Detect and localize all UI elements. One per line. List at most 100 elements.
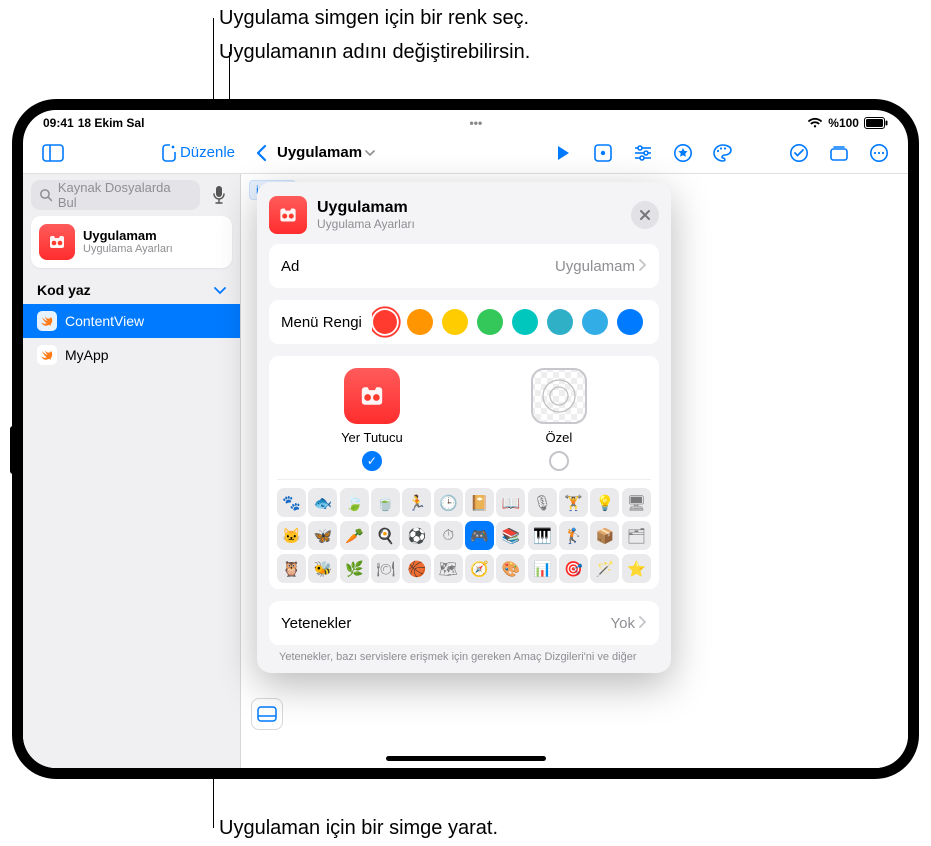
- swift-file-icon: [37, 345, 57, 365]
- color-swatch[interactable]: [617, 309, 643, 335]
- icon-grid-item[interactable]: 🏋: [559, 488, 588, 517]
- color-swatch[interactable]: [582, 309, 608, 335]
- icon-grid-item[interactable]: 🥕: [340, 521, 369, 550]
- icon-grid-item[interactable]: 🍽: [371, 554, 400, 583]
- popover-subtitle: Uygulama Ayarları: [317, 217, 415, 231]
- icon-grid-item[interactable]: 🏀: [402, 554, 431, 583]
- ipad-side-button: [10, 426, 16, 474]
- preview-button[interactable]: [592, 142, 614, 164]
- ipad-screen: 09:41 18 Ekim Sal ••• %100: [23, 110, 908, 768]
- star-icon[interactable]: [672, 142, 694, 164]
- chevron-right-icon: [639, 258, 647, 275]
- sidebar-item-myapp[interactable]: MyApp: [23, 338, 240, 372]
- sidebar-item-contentview[interactable]: ContentView: [23, 304, 240, 338]
- icon-grid-item[interactable]: 🐱: [277, 521, 306, 550]
- icon-grid-item[interactable]: 🕒: [434, 488, 463, 517]
- close-button[interactable]: [631, 201, 659, 229]
- sidebar-section-header[interactable]: Kod yaz: [23, 278, 240, 302]
- run-button[interactable]: [552, 142, 574, 164]
- icon-grid-item[interactable]: 🍳: [371, 521, 400, 550]
- capabilities-label: Yetenekler: [281, 615, 351, 632]
- status-date: 18 Ekim Sal: [78, 116, 145, 130]
- icon-grid-item[interactable]: 🎹: [528, 521, 557, 550]
- edit-label: Düzenle: [180, 144, 235, 161]
- icon-grid-item[interactable]: 📚: [496, 521, 525, 550]
- library-icon[interactable]: [828, 142, 850, 164]
- status-time: 09:41: [43, 116, 74, 130]
- icon-panel: Yer Tutucu ✓ Özel 🐾🐟🍃🍵🏃🕒📔📖🎙🏋💡🖥 🐱🦋🥕🍳⚽⏱🎮📚🎹🏌…: [269, 356, 659, 589]
- icon-grid-item[interactable]: ⏱: [434, 521, 463, 550]
- palette-icon[interactable]: [712, 142, 734, 164]
- icon-grid-item[interactable]: 📊: [528, 554, 557, 583]
- sidebar-item-label: MyApp: [65, 347, 109, 363]
- more-icon[interactable]: [868, 142, 890, 164]
- capabilities-footnote: Yetenekler, bazı servislere erişmek için…: [257, 651, 671, 673]
- battery-pct: %100: [828, 116, 859, 130]
- toolbar-title-text: Uygulamam: [277, 144, 362, 161]
- icon-grid-item[interactable]: ⭐: [622, 554, 651, 583]
- icon-choice-custom[interactable]: Özel: [531, 368, 587, 471]
- icon-grid-item[interactable]: 🦉: [277, 554, 306, 583]
- console-toggle-button[interactable]: [251, 698, 283, 730]
- icon-grid-item[interactable]: 🐟: [308, 488, 337, 517]
- radio-checked[interactable]: ✓: [362, 451, 382, 471]
- capabilities-value: Yok: [611, 615, 635, 632]
- icon-grid-item[interactable]: 🍃: [340, 488, 369, 517]
- settings-sliders-icon[interactable]: [632, 142, 654, 164]
- icon-grid-item[interactable]: 🎯: [559, 554, 588, 583]
- edit-button[interactable]: Düzenle: [161, 144, 235, 162]
- color-swatch[interactable]: [373, 310, 397, 334]
- icon-grid-item[interactable]: 🧭: [465, 554, 494, 583]
- icon-grid-item[interactable]: 🍵: [371, 488, 400, 517]
- battery-icon: [864, 117, 888, 129]
- check-circle-icon[interactable]: [788, 142, 810, 164]
- name-cell[interactable]: Ad Uygulamam: [269, 244, 659, 288]
- icon-grid-item[interactable]: 📖: [496, 488, 525, 517]
- icon-grid-item[interactable]: 🗂: [622, 521, 651, 550]
- wifi-icon: [807, 117, 823, 129]
- icon-grid-item[interactable]: 🐾: [277, 488, 306, 517]
- icon-grid-item[interactable]: 🎮: [465, 521, 494, 550]
- icon-grid-item[interactable]: 🦋: [308, 521, 337, 550]
- search-placeholder: Kaynak Dosyalarda Bul: [58, 180, 192, 210]
- color-swatch[interactable]: [547, 309, 573, 335]
- sidebar-toggle-icon[interactable]: [37, 137, 69, 169]
- icon-grid: 🐾🐟🍃🍵🏃🕒📔📖🎙🏋💡🖥 🐱🦋🥕🍳⚽⏱🎮📚🎹🏌📦🗂 🦉🐝🌿🍽🏀🗺🧭🎨📊🎯🪄⭐: [277, 479, 651, 583]
- icon-grid-item[interactable]: 🏃: [402, 488, 431, 517]
- sidebar-item-label: ContentView: [65, 313, 144, 329]
- icon-grid-item[interactable]: 💡: [590, 488, 619, 517]
- icon-grid-item[interactable]: 🎨: [496, 554, 525, 583]
- toolbar-title[interactable]: Uygulamam: [277, 144, 375, 161]
- capabilities-cell[interactable]: Yetenekler Yok: [269, 601, 659, 645]
- color-swatch[interactable]: [512, 309, 538, 335]
- home-indicator[interactable]: [386, 756, 546, 761]
- icon-grid-item[interactable]: 🪄: [590, 554, 619, 583]
- multitask-dots[interactable]: •••: [470, 116, 483, 130]
- app-card-title: Uygulamam: [83, 228, 173, 244]
- color-swatch[interactable]: [477, 309, 503, 335]
- callout-color: Uygulama simgen için bir renk seç.: [219, 7, 529, 30]
- icon-grid-item[interactable]: 🗺: [434, 554, 463, 583]
- icon-grid-item[interactable]: 📔: [465, 488, 494, 517]
- app-icon: [269, 196, 307, 234]
- icon-grid-item[interactable]: 🏌: [559, 521, 588, 550]
- color-swatch[interactable]: [442, 309, 468, 335]
- icon-grid-item[interactable]: ⚽: [402, 521, 431, 550]
- dictation-button[interactable]: [206, 180, 232, 210]
- app-settings-card[interactable]: Uygulamam Uygulama Ayarları: [31, 216, 232, 268]
- app-card-subtitle: Uygulama Ayarları: [83, 243, 173, 256]
- search-input[interactable]: Kaynak Dosyalarda Bul: [31, 180, 200, 210]
- sidebar: Kaynak Dosyalarda Bul Uygulamam Uygulama…: [23, 174, 241, 768]
- icon-grid-item[interactable]: 🎙: [528, 488, 557, 517]
- callout-icon: Uygulaman için bir simge yarat.: [219, 817, 498, 840]
- color-label: Menü Rengi: [281, 314, 362, 331]
- name-value: Uygulamam: [555, 258, 635, 275]
- icon-grid-item[interactable]: 🌿: [340, 554, 369, 583]
- radio-unchecked[interactable]: [549, 451, 569, 471]
- icon-choice-placeholder[interactable]: Yer Tutucu ✓: [341, 368, 403, 471]
- color-swatch[interactable]: [407, 309, 433, 335]
- back-button[interactable]: [249, 137, 273, 169]
- icon-grid-item[interactable]: 📦: [590, 521, 619, 550]
- icon-grid-item[interactable]: 🐝: [308, 554, 337, 583]
- icon-grid-item[interactable]: 🖥: [622, 488, 651, 517]
